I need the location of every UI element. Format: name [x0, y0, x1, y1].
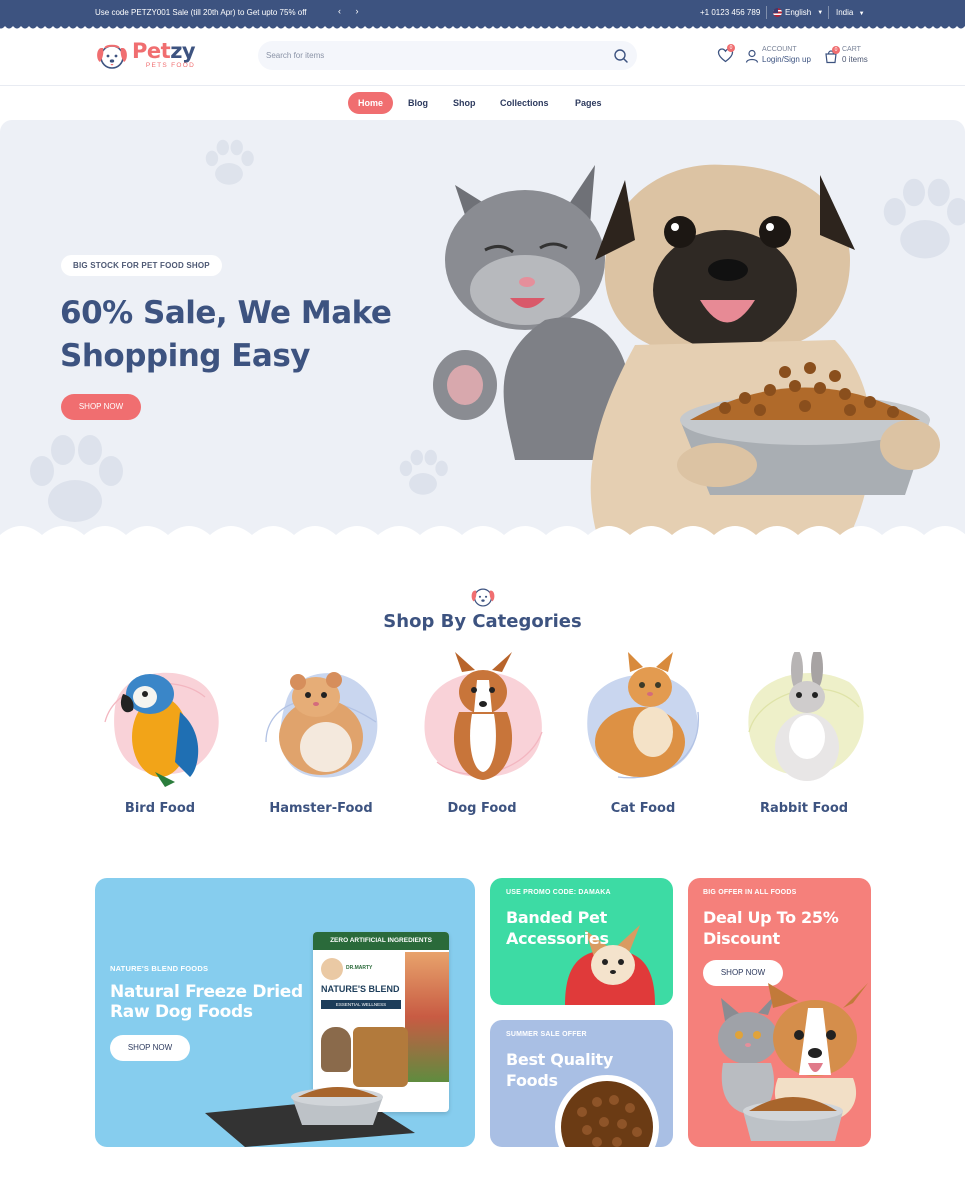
dog-logo-icon — [97, 44, 127, 69]
package-window-kibble — [353, 1027, 408, 1087]
country-selector[interactable]: India ▼ — [836, 8, 865, 17]
cat-image — [587, 652, 699, 779]
cart-count-badge: 0 — [832, 46, 840, 54]
banner-title: Deal Up To 25% Discount — [703, 908, 839, 948]
search-bar — [258, 41, 637, 70]
banner-kicker: BIG OFFER IN ALL FOODS — [703, 889, 797, 896]
logo-wordmark-part-b: zy — [170, 39, 196, 63]
top-announcement-bar: Use code PETZY001 Sale (till 20th Apr) t… — [0, 0, 965, 26]
hero-shop-now-button[interactable]: SHOP NOW — [61, 394, 141, 420]
package-doctor-icon — [321, 958, 343, 980]
user-icon — [745, 49, 759, 63]
country-value: India — [836, 8, 854, 17]
nav-pages[interactable]: Pages — [565, 92, 612, 114]
package-food-art — [405, 952, 449, 1082]
site-logo[interactable]: Petzy PETS FOOD — [95, 39, 196, 70]
category-dog-food[interactable]: Dog Food — [417, 652, 547, 827]
nav-collections[interactable]: Collections — [490, 92, 559, 114]
rabbit-image — [748, 652, 864, 781]
logo-tagline: PETS FOOD — [145, 62, 196, 69]
divider — [828, 6, 829, 19]
us-flag-icon — [773, 8, 782, 17]
banner-kicker: NATURE'S BLEND FOODS — [110, 964, 209, 973]
cart-items-count: 0 items — [842, 55, 868, 64]
banner-title: Banded Pet Accessories — [506, 908, 609, 948]
category-label: Hamster-Food — [269, 801, 373, 816]
wishlist-button[interactable]: 0 — [717, 44, 735, 64]
paw-print-icon — [205, 139, 254, 185]
nav-blog[interactable]: Blog — [398, 92, 438, 114]
banner-shop-now-button[interactable]: SHOP NOW — [110, 1035, 190, 1061]
nav-shop[interactable]: Shop — [443, 92, 486, 114]
package-name: NATURE'S BLEND — [321, 984, 400, 994]
chevron-down-icon: ▼ — [817, 9, 824, 16]
package-dog-photo — [321, 1027, 351, 1072]
category-label: Cat Food — [610, 801, 676, 816]
logo-wordmark-part-a: Pet — [132, 39, 171, 63]
account-label: ACCOUNT — [762, 46, 797, 53]
category-bird-food[interactable]: Bird Food — [95, 652, 225, 827]
wishlist-count-badge: 0 — [727, 44, 735, 52]
cart-link[interactable]: 0 CART 0 items — [823, 45, 868, 69]
site-header: Petzy PETS FOOD 0 ACCOUNT Login/Sign up — [0, 30, 965, 86]
category-hamster-food[interactable]: Hamster-Food — [256, 652, 386, 827]
category-label: Bird Food — [124, 801, 196, 816]
phone-number[interactable]: +1 0123 456 789 — [700, 8, 760, 17]
cat-and-pug-image — [433, 164, 940, 545]
banner-deal-discount[interactable]: BIG OFFER IN ALL FOODS Deal Up To 25% Di… — [688, 878, 871, 1147]
package-top-label: ZERO ARTIFICIAL INGREDIENTS — [313, 932, 449, 950]
parrot-image — [104, 672, 219, 787]
category-label: Rabbit Food — [759, 801, 849, 816]
food-bowl-image — [291, 1087, 383, 1125]
corgi-image — [424, 652, 543, 780]
hero-cloud-edge — [0, 526, 965, 545]
main-navigation: Home Blog Shop Collections Pages — [0, 87, 965, 120]
hero-headline: 60% Sale, We Make Shopping Easy — [60, 295, 392, 374]
banner-pet-accessories[interactable]: USE PROMO CODE: DAMAKA Banded Pet Access… — [490, 878, 673, 1005]
category-label: Dog Food — [447, 801, 517, 816]
chevron-down-icon: ▼ — [858, 11, 865, 17]
divider — [766, 6, 767, 19]
search-icon[interactable] — [613, 48, 629, 64]
categories-heading: Shop By Categories — [383, 611, 582, 632]
hero-banner: BIG STOCK FOR PET FOOD SHOP 60% Sale, We… — [0, 120, 965, 545]
package-subtitle: ESSENTIAL WELLNESS — [321, 1000, 401, 1009]
language-value: English — [785, 8, 812, 17]
puppy-and-kitten-image — [718, 983, 868, 1141]
banner-kicker: USE PROMO CODE: DAMAKA — [506, 889, 611, 896]
banner-title: Best Quality Foods — [506, 1050, 614, 1090]
logo-wordmark: Petzy — [132, 39, 196, 63]
category-cat-food[interactable]: Cat Food — [578, 652, 708, 827]
promo-carousel-arrows[interactable]: ‹ › — [338, 6, 365, 16]
banner-title: Natural Freeze Dried Raw Dog Foods — [110, 982, 303, 1022]
package-brand: DR.MARTY — [346, 965, 373, 971]
cart-label: CART — [842, 46, 861, 53]
search-input[interactable] — [266, 41, 596, 70]
banner-kicker: SUMMER SALE OFFER — [506, 1031, 587, 1038]
nav-home[interactable]: Home — [348, 92, 394, 114]
account-link[interactable]: ACCOUNT Login/Sign up — [745, 45, 811, 65]
hamster-image — [265, 672, 378, 778]
promo-text: Use code PETZY001 Sale (till 20th Apr) t… — [95, 8, 307, 17]
language-selector[interactable]: English ▼ — [773, 8, 823, 17]
banner-best-quality[interactable]: SUMMER SALE OFFER Best Quality Foods — [490, 1020, 673, 1147]
banner-natural-foods[interactable]: NATURE'S BLEND FOODS Natural Freeze Drie… — [95, 878, 475, 1147]
category-rabbit-food[interactable]: Rabbit Food — [739, 652, 869, 827]
dog-logo-icon — [471, 588, 495, 607]
hero-kicker-pill: BIG STOCK FOR PET FOOD SHOP — [61, 255, 222, 276]
login-signup-link[interactable]: Login/Sign up — [762, 55, 811, 65]
